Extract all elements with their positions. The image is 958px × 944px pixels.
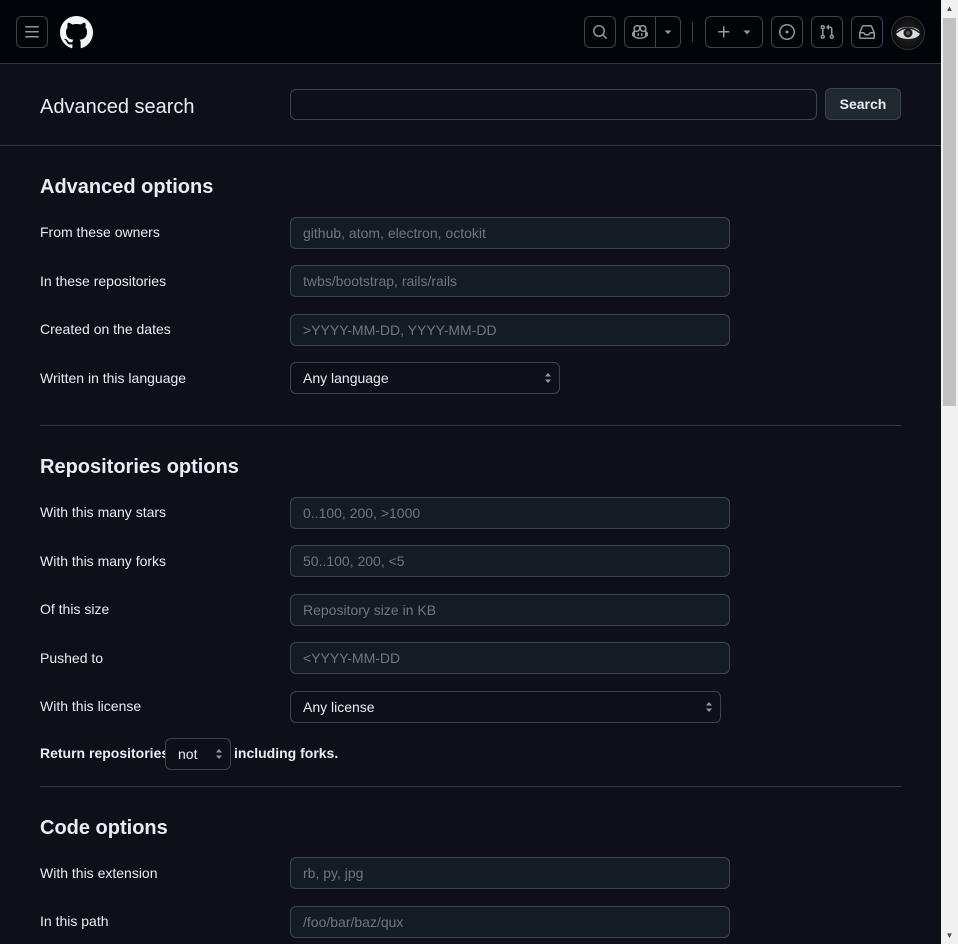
advanced-options-heading: Advanced options bbox=[40, 176, 214, 198]
pull-requests-button[interactable] bbox=[811, 16, 843, 48]
hamburger-menu-button[interactable] bbox=[16, 16, 48, 48]
extension-label: With this extension bbox=[40, 865, 158, 881]
git-pull-request-icon bbox=[820, 24, 835, 40]
license-label: With this license bbox=[40, 698, 142, 714]
menu-icon bbox=[25, 26, 39, 38]
forks-inclusion-value: not bbox=[178, 746, 198, 762]
select-arrows-icon bbox=[706, 702, 712, 712]
pushed-label: Pushed to bbox=[40, 650, 104, 666]
size-label: Of this size bbox=[40, 601, 110, 617]
path-label: In this path bbox=[40, 913, 109, 929]
copilot-icon[interactable] bbox=[625, 17, 657, 47]
return-repositories-label: Return repositories bbox=[40, 745, 170, 761]
language-select-value: Any language bbox=[303, 370, 389, 386]
create-new-button[interactable] bbox=[705, 16, 763, 48]
code-options-heading: Code options bbox=[40, 817, 168, 839]
github-logo-icon[interactable] bbox=[59, 16, 93, 49]
search-icon bbox=[593, 25, 608, 40]
extension-input[interactable]: rb, py, jpg bbox=[290, 857, 730, 889]
select-arrows-icon bbox=[216, 749, 222, 759]
search-submit-button[interactable]: Search bbox=[825, 88, 901, 120]
pushed-input[interactable]: <YYYY-MM-DD bbox=[290, 642, 730, 674]
forks-input[interactable]: 50..100, 200, <5 bbox=[290, 545, 730, 577]
select-arrows-icon bbox=[545, 373, 551, 383]
license-select-value: Any license bbox=[303, 699, 375, 715]
copilot-button-group[interactable] bbox=[624, 16, 681, 48]
language-label: Written in this language bbox=[40, 370, 187, 386]
nav-divider bbox=[692, 22, 693, 42]
inbox-icon bbox=[859, 25, 875, 39]
search-button[interactable] bbox=[584, 16, 616, 48]
created-dates-label: Created on the dates bbox=[40, 321, 171, 337]
scroll-down-arrow-icon[interactable]: ▼ bbox=[941, 927, 958, 944]
scrollbar-thumb[interactable] bbox=[943, 18, 956, 406]
scroll-up-arrow-icon[interactable]: ▲ bbox=[941, 0, 958, 17]
repositories-options-heading: Repositories options bbox=[40, 456, 239, 478]
size-input[interactable]: Repository size in KB bbox=[290, 594, 730, 626]
created-dates-input[interactable]: >YYYY-MM-DD, YYYY-MM-DD bbox=[290, 314, 730, 346]
plus-icon bbox=[718, 26, 730, 38]
including-forks-label: including forks. bbox=[234, 745, 339, 761]
search-input[interactable] bbox=[290, 89, 817, 120]
eye-icon bbox=[895, 27, 921, 39]
section-divider bbox=[40, 786, 901, 787]
inbox-button[interactable] bbox=[851, 16, 883, 48]
path-input[interactable]: /foo/bar/baz/qux bbox=[290, 906, 730, 938]
chevron-down-icon bbox=[743, 30, 751, 35]
language-select[interactable]: Any language bbox=[290, 362, 560, 394]
repositories-input[interactable]: twbs/bootstrap, rails/rails bbox=[290, 265, 730, 297]
page-title: Advanced search bbox=[40, 96, 195, 118]
owners-input[interactable]: github, atom, electron, octokit bbox=[290, 217, 730, 249]
stars-label: With this many stars bbox=[40, 504, 167, 520]
repositories-label: In these repositories bbox=[40, 273, 167, 289]
stars-input[interactable]: 0..100, 200, >1000 bbox=[290, 497, 730, 529]
section-divider bbox=[40, 425, 901, 426]
copilot-dropdown-caret-icon[interactable] bbox=[656, 27, 680, 37]
owners-label: From these owners bbox=[40, 224, 160, 240]
issue-opened-icon bbox=[779, 24, 795, 40]
forks-label: With this many forks bbox=[40, 553, 167, 569]
top-nav-bar bbox=[0, 0, 941, 64]
issues-button[interactable] bbox=[771, 16, 803, 48]
forks-inclusion-select[interactable]: not bbox=[165, 738, 231, 770]
license-select[interactable]: Any license bbox=[290, 691, 721, 723]
advanced-search-header: Advanced search Search bbox=[0, 64, 941, 146]
avatar[interactable] bbox=[891, 16, 925, 50]
